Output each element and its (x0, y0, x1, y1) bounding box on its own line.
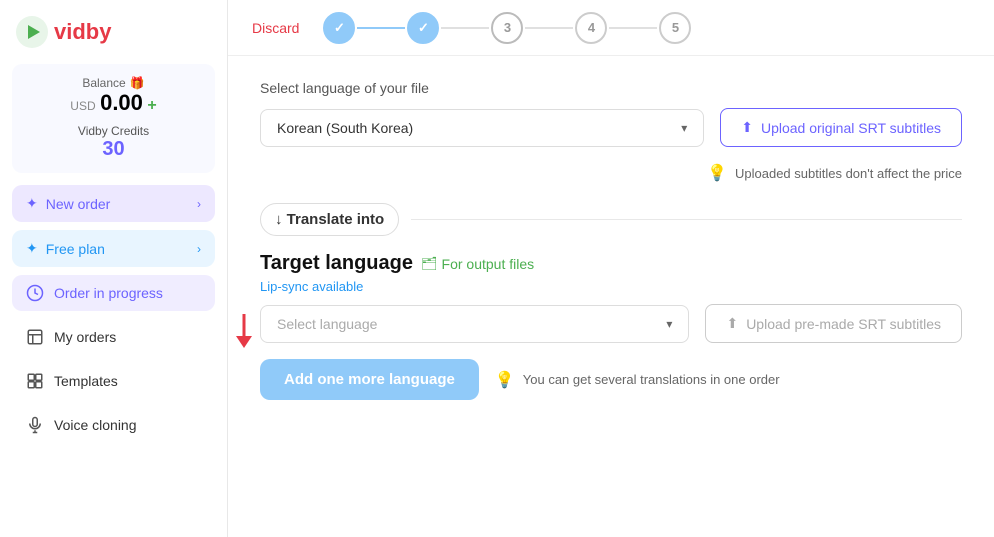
new-order-button[interactable]: ✦ New order › (12, 185, 215, 222)
target-language-placeholder: Select language (277, 316, 377, 332)
step-5-circle: 5 (659, 12, 691, 44)
translation-hint-text: You can get several translations in one … (523, 372, 780, 387)
balance-card: Balance 🎁 USD 0.00 + Vidby Credits 30 (12, 64, 215, 173)
sidebar-item-order-in-progress[interactable]: Order in progress (12, 275, 215, 311)
stepper: ✓ ✓ 3 4 5 (323, 12, 691, 44)
new-order-label: New order (46, 196, 111, 212)
my-orders-icon (26, 328, 44, 346)
target-language-title-text: Target language (260, 252, 413, 275)
credits-amount: 30 (24, 138, 203, 161)
sidebar: vidby Balance 🎁 USD 0.00 + Vidby Credits… (0, 0, 228, 537)
voice-cloning-icon (26, 416, 44, 434)
step-line-3-4 (525, 27, 573, 29)
free-plan-chevron-icon: › (197, 242, 201, 256)
content-area: Select language of your file Korean (Sou… (228, 56, 994, 537)
file-language-value: Korean (South Korea) (277, 120, 413, 136)
upload-srt-button[interactable]: ⬆ Upload original SRT subtitles (720, 108, 962, 147)
upload-premade-label: Upload pre-made SRT subtitles (746, 316, 941, 332)
order-progress-icon (26, 284, 44, 302)
target-language-row: Select language ▾ ⬆ Upload pre-made SRT … (260, 304, 962, 343)
translation-hint-bulb-icon: 💡 (495, 370, 515, 390)
step-line-1-2 (357, 27, 405, 29)
upload-srt-icon: ⬆ (741, 119, 753, 136)
free-plan-label: Free plan (46, 241, 105, 257)
main-content: Discard ✓ ✓ 3 4 5 Select langua (228, 0, 994, 537)
target-language-chevron-icon: ▾ (666, 317, 672, 331)
target-language-section: Target language 🗂 For output files Lip-s… (260, 252, 962, 400)
red-arrow-indicator (228, 310, 260, 355)
add-balance-button[interactable]: + (147, 97, 156, 114)
sidebar-item-templates-label: Templates (54, 373, 118, 389)
translation-hint: 💡 You can get several translations in on… (495, 370, 780, 390)
step-2-circle: ✓ (407, 12, 439, 44)
output-icon-1: 🗂 (421, 256, 438, 272)
add-language-row: Add one more language 💡 You can get seve… (260, 359, 962, 400)
upload-premade-srt-button[interactable]: ⬆ Upload pre-made SRT subtitles (705, 304, 962, 343)
free-plan-icon: ✦ (26, 240, 38, 257)
translate-into-label: ↓ Translate into (275, 211, 384, 228)
lip-sync-label: Lip-sync available (260, 279, 962, 294)
step-4-circle: 4 (575, 12, 607, 44)
file-language-select[interactable]: Korean (South Korea) ▾ (260, 109, 704, 147)
sidebar-item-order-in-progress-label: Order in progress (54, 285, 163, 301)
free-plan-button[interactable]: ✦ Free plan › (12, 230, 215, 267)
translate-into-badge[interactable]: ↓ Translate into (260, 203, 399, 236)
output-files-badge: 🗂 For output files (421, 256, 534, 272)
file-language-row: Korean (South Korea) ▾ ⬆ Upload original… (260, 108, 962, 147)
step-1: ✓ (323, 12, 355, 44)
step-line-2-3 (441, 27, 489, 29)
credits-label: Vidby Credits (24, 124, 203, 138)
logo-text: vidby (54, 19, 111, 45)
step-2: ✓ (407, 12, 439, 44)
header: Discard ✓ ✓ 3 4 5 (228, 0, 994, 56)
sidebar-item-voice-cloning[interactable]: Voice cloning (12, 407, 215, 443)
file-language-select-wrapper: Korean (South Korea) ▾ (260, 109, 704, 147)
subtitle-hint: 💡 Uploaded subtitles don't affect the pr… (260, 163, 962, 183)
logo-play-icon (28, 25, 40, 39)
divider-line (411, 219, 962, 220)
logo-icon (16, 16, 48, 48)
templates-icon (26, 372, 44, 390)
output-files-label: For output files (442, 256, 535, 272)
new-order-chevron-icon: › (197, 197, 201, 211)
balance-title: Balance 🎁 (24, 76, 203, 90)
sidebar-item-my-orders[interactable]: My orders (12, 319, 215, 355)
target-language-title: Target language 🗂 For output files (260, 252, 962, 275)
hint-bulb-icon: 💡 (707, 163, 727, 183)
step-line-4-5 (609, 27, 657, 29)
step-4: 4 (575, 12, 607, 44)
discard-button[interactable]: Discard (252, 20, 299, 36)
step-3: 3 (491, 12, 523, 44)
logo: vidby (12, 16, 215, 48)
balance-amount: USD 0.00 + (24, 90, 203, 116)
upload-premade-icon: ⬆ (726, 315, 738, 332)
new-order-icon: ✦ (26, 195, 38, 212)
file-language-label: Select language of your file (260, 80, 962, 96)
target-language-select[interactable]: Select language ▾ (260, 305, 689, 343)
sidebar-item-templates[interactable]: Templates (12, 363, 215, 399)
step-3-circle: 3 (491, 12, 523, 44)
sidebar-item-voice-cloning-label: Voice cloning (54, 417, 137, 433)
translate-into-section: ↓ Translate into (260, 203, 962, 236)
subtitle-hint-text: Uploaded subtitles don't affect the pric… (735, 166, 962, 181)
add-language-button[interactable]: Add one more language (260, 359, 479, 400)
step-1-circle: ✓ (323, 12, 355, 44)
select-lang-container: Select language ▾ (260, 305, 689, 343)
file-language-chevron-icon: ▾ (681, 121, 687, 135)
sidebar-item-my-orders-label: My orders (54, 329, 116, 345)
step-5: 5 (659, 12, 691, 44)
upload-srt-label: Upload original SRT subtitles (761, 120, 941, 136)
